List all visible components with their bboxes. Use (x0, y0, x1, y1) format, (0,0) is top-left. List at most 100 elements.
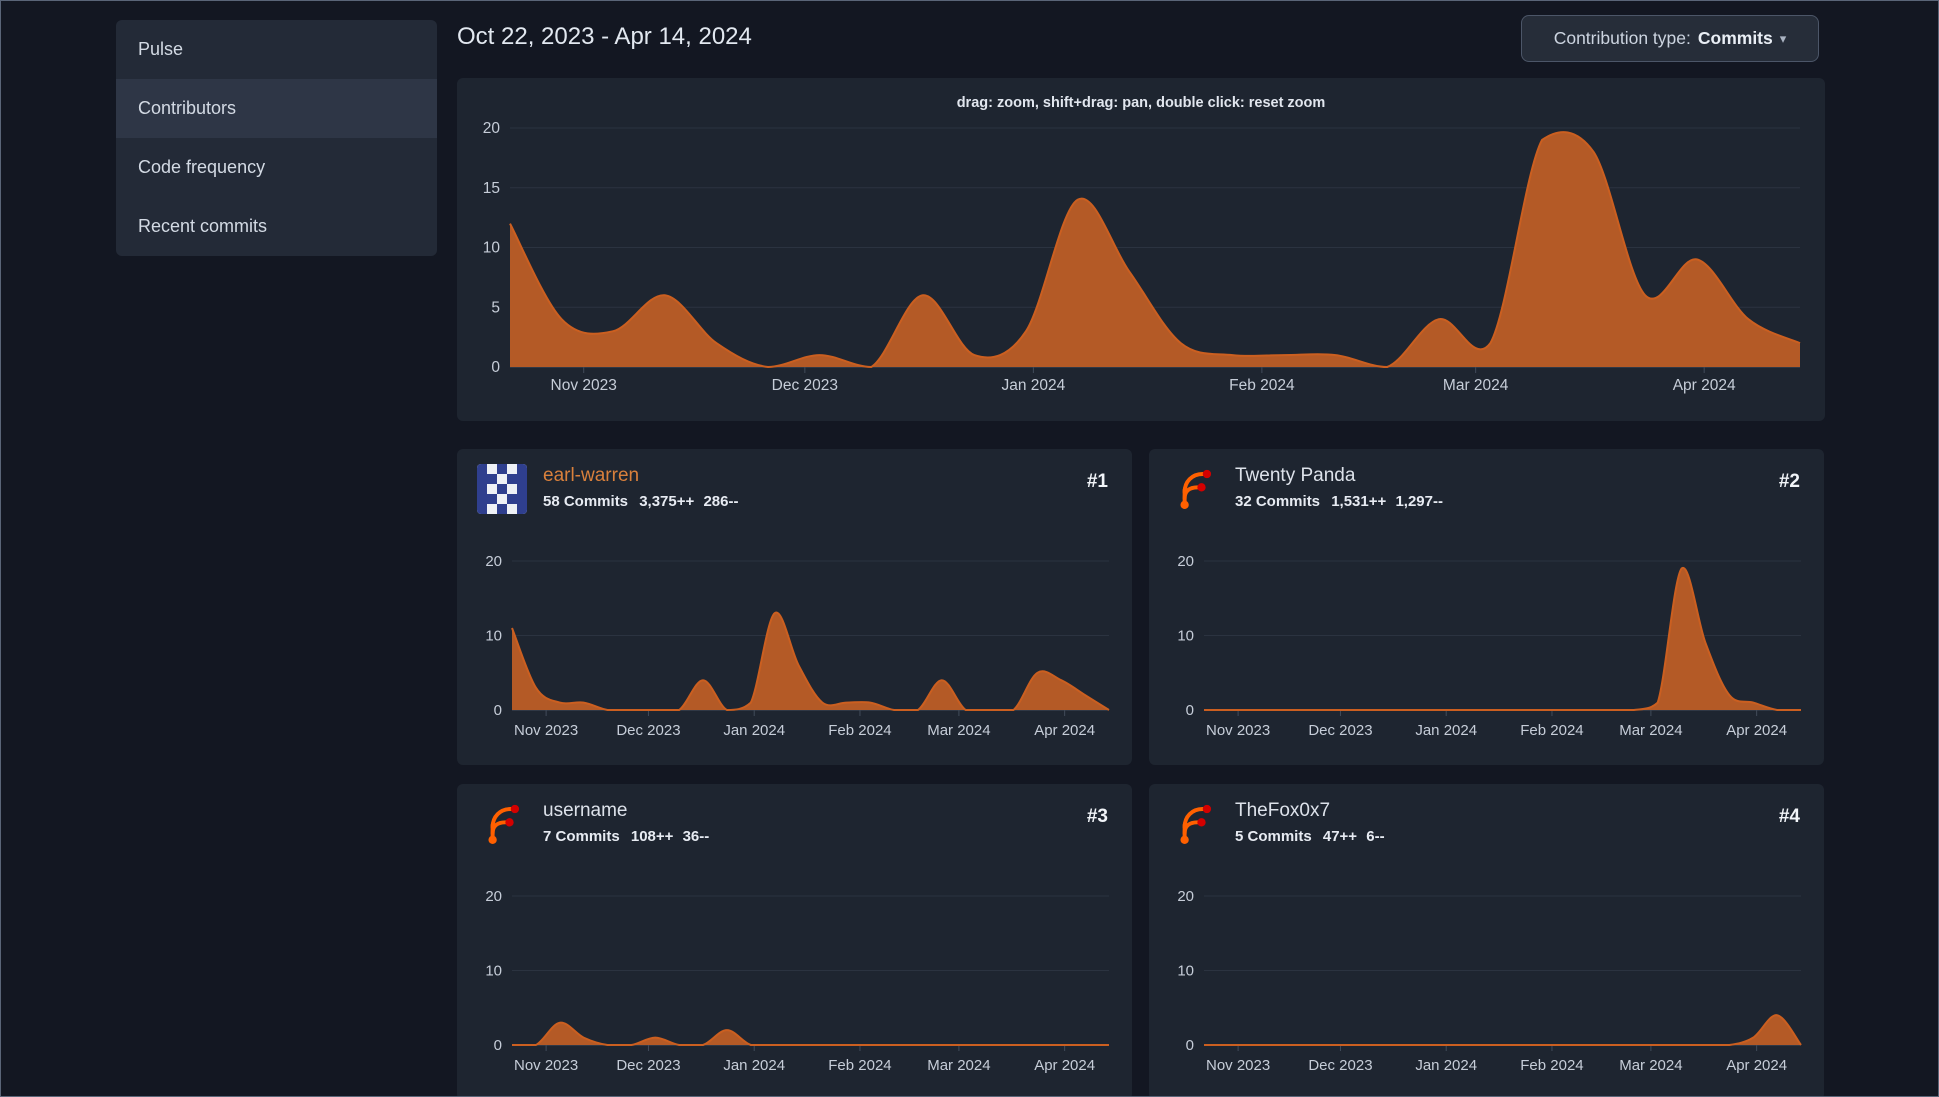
svg-text:15: 15 (483, 180, 500, 197)
svg-text:Jan 2024: Jan 2024 (1415, 722, 1477, 739)
contributors-page: Pulse Contributors Code frequency Recent… (0, 0, 1939, 1097)
svg-text:20: 20 (1177, 888, 1194, 905)
svg-text:Mar 2024: Mar 2024 (1443, 377, 1509, 394)
contributor-commits-chart[interactable]: 0 10 20 Nov 2023 Dec 2023 Jan 2024 Feb 2024 Mar… (457, 884, 1132, 1090)
svg-text:Nov 2023: Nov 2023 (1206, 722, 1270, 739)
svg-text:20: 20 (485, 888, 502, 905)
contributor-stats: 58 Commits 3,375++ 286-- (543, 493, 738, 510)
svg-text:Nov 2023: Nov 2023 (551, 377, 617, 394)
svg-text:20: 20 (485, 553, 502, 570)
svg-text:Dec 2023: Dec 2023 (616, 1057, 680, 1074)
contributor-stats: 32 Commits 1,531++ 1,297-- (1235, 493, 1443, 510)
svg-text:0: 0 (1186, 1037, 1194, 1054)
svg-text:Mar 2024: Mar 2024 (927, 1057, 990, 1074)
svg-text:Nov 2023: Nov 2023 (514, 722, 578, 739)
deletions-count: 1,297-- (1395, 493, 1443, 510)
sidebar-item-pulse[interactable]: Pulse (116, 20, 437, 79)
svg-text:Mar 2024: Mar 2024 (1619, 722, 1682, 739)
additions-count: 1,531++ (1331, 493, 1387, 510)
contribution-type-value: Commits (1697, 28, 1773, 48)
deletions-count: 6-- (1366, 828, 1385, 845)
contributor-card: username 7 Commits 108++ 36-- #3 0 10 20 No… (457, 784, 1132, 1096)
deletions-count: 36-- (682, 828, 710, 845)
contributor-name-link[interactable]: TheFox0x7 (1235, 800, 1330, 822)
contribution-type-dropdown[interactable]: Contribution type: Commits ▾ (1521, 15, 1819, 62)
svg-text:5: 5 (491, 299, 500, 316)
zoom-hint-text: drag: zoom, shift+drag: pan, double clic… (956, 95, 1326, 111)
svg-text:10: 10 (1177, 628, 1194, 645)
contributor-cards-grid: earl-warren 58 Commits 3,375++ 286-- #1 … (457, 449, 1826, 1096)
svg-text:Apr 2024: Apr 2024 (1673, 377, 1736, 394)
forgejo-logo-icon (488, 804, 520, 844)
forgejo-logo-icon (1180, 804, 1212, 844)
contributor-stats: 5 Commits 47++ 6-- (1235, 828, 1385, 845)
svg-text:10: 10 (485, 963, 502, 980)
contributor-name-link[interactable]: earl-warren (543, 465, 639, 487)
svg-text:Nov 2023: Nov 2023 (514, 1057, 578, 1074)
svg-text:Apr 2024: Apr 2024 (1034, 722, 1095, 739)
contributor-rank: #2 (1778, 471, 1800, 492)
commit-count: 32 Commits (1235, 493, 1321, 510)
svg-text:Jan 2024: Jan 2024 (1001, 377, 1065, 394)
contributor-avatar (477, 464, 527, 514)
svg-text:10: 10 (1177, 963, 1194, 980)
contributor-rank: #3 (1086, 806, 1108, 827)
pixel-identicon-icon (477, 464, 527, 514)
svg-text:Dec 2023: Dec 2023 (1308, 1057, 1372, 1074)
svg-text:Feb 2024: Feb 2024 (1520, 722, 1583, 739)
commit-count: 5 Commits (1235, 828, 1312, 845)
additions-count: 47++ (1322, 828, 1358, 845)
contributor-card: Twenty Panda 32 Commits 1,531++ 1,297-- … (1149, 449, 1824, 765)
svg-text:Mar 2024: Mar 2024 (927, 722, 990, 739)
svg-text:Apr 2024: Apr 2024 (1726, 1057, 1787, 1074)
deletions-count: 286-- (703, 493, 739, 510)
svg-text:Dec 2023: Dec 2023 (772, 377, 838, 394)
chevron-down-icon: ▾ (1779, 30, 1787, 46)
svg-text:0: 0 (494, 1037, 502, 1054)
svg-text:0: 0 (494, 702, 502, 719)
commit-count: 7 Commits (543, 828, 620, 845)
svg-text:Nov 2023: Nov 2023 (1206, 1057, 1270, 1074)
svg-text:Feb 2024: Feb 2024 (1520, 1057, 1583, 1074)
svg-text:0: 0 (1186, 702, 1194, 719)
contributor-avatar (1169, 799, 1219, 849)
svg-text:Dec 2023: Dec 2023 (1308, 722, 1372, 739)
contributor-commits-chart[interactable]: 0 10 20 Nov 2023 Dec 2023 Jan 2024 Feb 2024 Mar… (457, 549, 1132, 755)
svg-text:Feb 2024: Feb 2024 (1229, 377, 1295, 394)
forgejo-logo-icon (1180, 469, 1212, 509)
contributor-commits-chart[interactable]: 0 10 20 Nov 2023 Dec 2023 Jan 2024 Feb 2024 Mar… (1149, 549, 1824, 755)
sidebar-item-recent-commits[interactable]: Recent commits (116, 197, 437, 256)
activity-sidebar: Pulse Contributors Code frequency Recent… (116, 20, 437, 256)
overall-commits-chart[interactable]: 0 5 10 15 20 Nov 2023 Dec 2023 Jan 2024 Feb 2024… (457, 118, 1825, 418)
svg-text:0: 0 (491, 359, 500, 376)
svg-text:Jan 2024: Jan 2024 (1415, 1057, 1477, 1074)
contributor-rank: #4 (1778, 806, 1800, 827)
sidebar-item-contributors[interactable]: Contributors (116, 79, 437, 138)
svg-text:10: 10 (485, 628, 502, 645)
svg-text:Dec 2023: Dec 2023 (616, 722, 680, 739)
contributor-commits-chart[interactable]: 0 10 20 Nov 2023 Dec 2023 Jan 2024 Feb 2024 Mar… (1149, 884, 1824, 1090)
contributor-rank: #1 (1086, 471, 1108, 492)
contributor-name-link[interactable]: username (543, 800, 628, 822)
sidebar-item-code-frequency[interactable]: Code frequency (116, 138, 437, 197)
date-range-title: Oct 22, 2023 - Apr 14, 2024 (457, 23, 752, 50)
svg-text:Mar 2024: Mar 2024 (1619, 1057, 1682, 1074)
svg-text:Feb 2024: Feb 2024 (828, 722, 891, 739)
svg-text:Apr 2024: Apr 2024 (1034, 1057, 1095, 1074)
contributor-avatar (1169, 464, 1219, 514)
contribution-type-label: Contribution type: (1553, 28, 1691, 48)
svg-text:Jan 2024: Jan 2024 (723, 722, 785, 739)
svg-text:20: 20 (1177, 553, 1194, 570)
contributor-name-link[interactable]: Twenty Panda (1235, 465, 1355, 487)
svg-text:Feb 2024: Feb 2024 (828, 1057, 891, 1074)
svg-text:20: 20 (483, 120, 501, 137)
contributor-avatar (477, 799, 527, 849)
additions-count: 3,375++ (639, 493, 695, 510)
contributor-stats: 7 Commits 108++ 36-- (543, 828, 709, 845)
contributor-card: TheFox0x7 5 Commits 47++ 6-- #4 0 10 20 Nov… (1149, 784, 1824, 1096)
svg-text:Apr 2024: Apr 2024 (1726, 722, 1787, 739)
contributor-card: earl-warren 58 Commits 3,375++ 286-- #1 … (457, 449, 1132, 765)
commit-count: 58 Commits (543, 493, 629, 510)
svg-text:10: 10 (483, 240, 501, 257)
additions-count: 108++ (630, 828, 674, 845)
